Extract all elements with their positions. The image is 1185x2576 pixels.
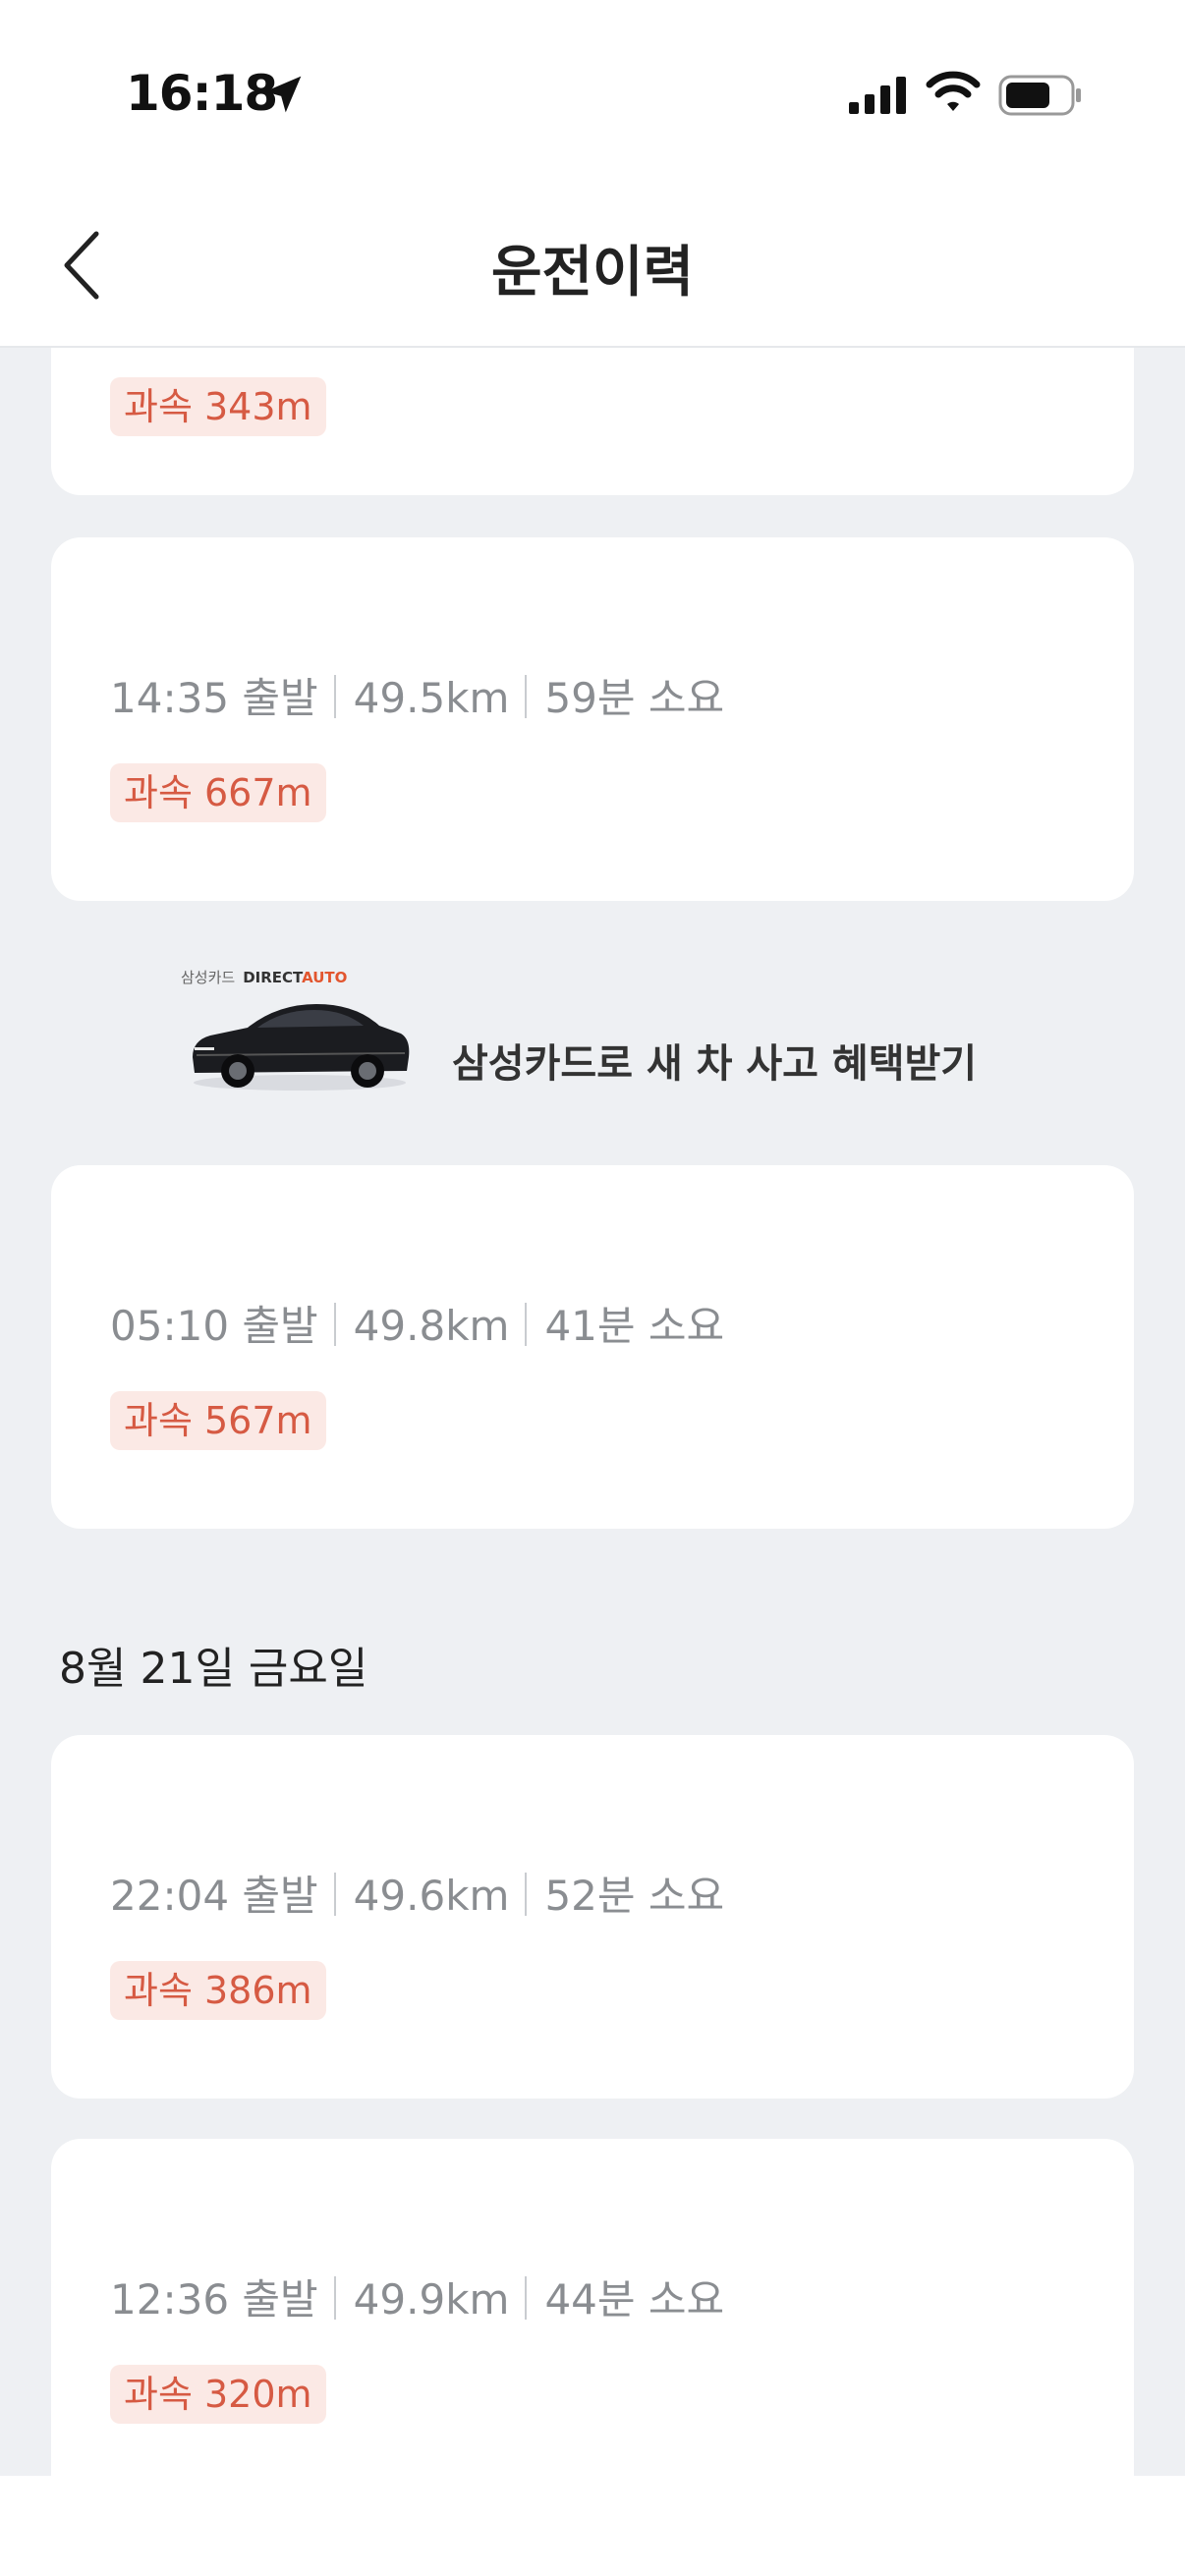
speeding-badge: 과속 320m [110, 2365, 326, 2424]
wifi-icon [926, 71, 981, 111]
trip-duration: 41분 소요 [544, 1302, 725, 1350]
trip-card[interactable]: 과속 343m [51, 348, 1134, 495]
divider [525, 1303, 528, 1346]
trip-distance: 49.8km [353, 1302, 510, 1350]
speeding-badge: 과속 343m [110, 377, 326, 436]
trip-summary: 22:04 출발 49.6km 52분 소요 [110, 1863, 724, 1923]
cellular-signal-icon [849, 77, 906, 114]
bottom-safe-area [0, 2476, 1185, 2576]
trip-card[interactable]: 14:35 출발 49.5km 59분 소요 과속 667m [51, 537, 1134, 901]
divider [333, 2276, 336, 2320]
divider [525, 2276, 528, 2320]
speeding-badge: 과속 667m [110, 763, 326, 822]
trip-card[interactable]: 12:36 출발 49.9km 44분 소요 과속 320m [51, 2139, 1134, 2476]
trip-distance: 49.6km [353, 1872, 510, 1920]
navigation-bar: 운전이력 [0, 187, 1185, 348]
trip-summary: 05:10 출발 49.8km 41분 소요 [110, 1293, 724, 1353]
trip-start-time: 05:10 출발 [110, 1302, 318, 1350]
trip-duration: 59분 소요 [544, 674, 725, 722]
trip-duration: 44분 소요 [544, 2275, 725, 2324]
trip-summary: 12:36 출발 49.9km 44분 소요 [110, 2267, 724, 2326]
date-header: 8월 21일 금요일 [59, 1644, 368, 1694]
status-time: 16:18 [126, 65, 278, 122]
banner-text: 삼성카드로 새 차 사고 혜택받기 [452, 1041, 978, 1087]
chevron-left-icon[interactable] [55, 226, 114, 305]
trip-card[interactable]: 22:04 출발 49.6km 52분 소요 과속 386m [51, 1735, 1134, 2099]
divider [525, 1873, 528, 1916]
divider [333, 1303, 336, 1346]
trip-history-list[interactable]: 과속 343m 14:35 출발 49.5km 59분 소요 과속 667m 삼성카… [0, 348, 1185, 2476]
trip-start-time: 14:35 출발 [110, 674, 318, 722]
divider [333, 1873, 336, 1916]
speeding-badge: 과속 567m [110, 1391, 326, 1450]
trip-card[interactable]: 05:10 출발 49.8km 41분 소요 과속 567m [51, 1165, 1134, 1529]
trip-distance: 49.9km [353, 2275, 510, 2324]
ad-banner[interactable]: 삼성카드 DIRECTAUTO 삼성카드로 새 차 사고 혜택받기 [0, 937, 1185, 1173]
divider [333, 675, 336, 718]
page-title: 운전이력 [490, 241, 695, 305]
divider [525, 675, 528, 718]
location-arrow-icon [264, 76, 302, 113]
trip-start-time: 12:36 출발 [110, 2275, 318, 2324]
trip-distance: 49.5km [353, 674, 510, 722]
trip-start-time: 22:04 출발 [110, 1872, 318, 1920]
trip-summary: 14:35 출발 49.5km 59분 소요 [110, 665, 724, 725]
speeding-badge: 과속 386m [110, 1961, 326, 2020]
trip-duration: 52분 소요 [544, 1872, 725, 1920]
battery-icon [998, 75, 1081, 116]
banner-brand-logo: 삼성카드 DIRECTAUTO [181, 969, 348, 986]
status-bar: 16:18 [0, 0, 1185, 187]
car-image [193, 1004, 410, 1091]
